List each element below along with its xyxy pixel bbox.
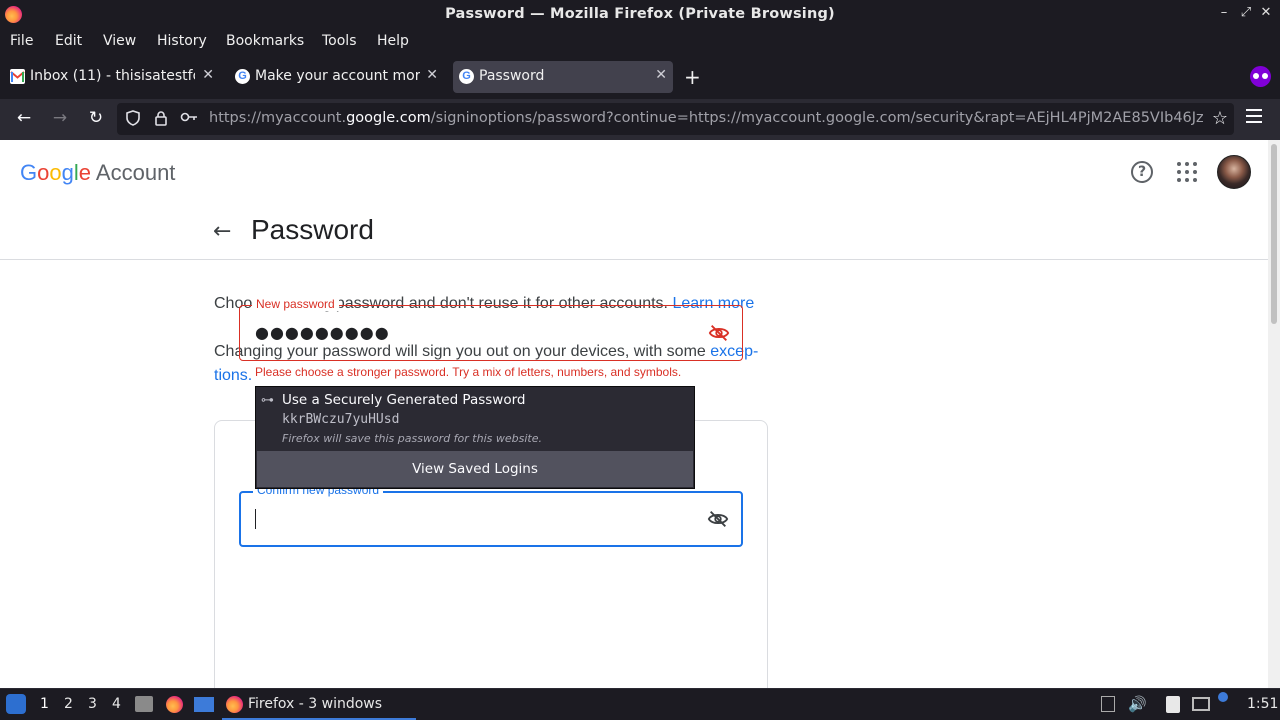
gmail-icon xyxy=(10,69,25,84)
clock: 1:51 xyxy=(1247,696,1279,712)
back-arrow-icon[interactable]: ← xyxy=(213,219,231,244)
window-titlebar: Password — Mozilla Firefox (Private Brow… xyxy=(0,0,1280,29)
close-window-icon[interactable]: ✕ xyxy=(1258,5,1274,20)
help-icon[interactable]: ? xyxy=(1131,161,1153,183)
key-icon: ⊶ xyxy=(261,393,274,408)
scrollbar-thumb[interactable] xyxy=(1271,144,1277,324)
close-tab-icon[interactable]: ✕ xyxy=(655,67,667,83)
notification-icon[interactable] xyxy=(1218,692,1228,702)
tab-label: Inbox (11) - thisisatestfor xyxy=(30,68,195,84)
taskbar-app-label: Firefox - 3 windows xyxy=(248,696,383,712)
menu-view[interactable]: View xyxy=(103,33,136,49)
tab-account[interactable]: G Make your account more ✕ xyxy=(229,61,444,93)
new-password-label: New password xyxy=(252,297,339,311)
new-password-field[interactable]: New password ●●●●●●●●● xyxy=(239,297,743,361)
tracking-shield-icon[interactable] xyxy=(126,110,140,130)
generated-password: kkrBWczu7yuHUsd xyxy=(282,412,400,427)
key-icon[interactable] xyxy=(180,110,198,128)
generated-password-popup: ⊶ Use a Securely Generated Password kkrB… xyxy=(255,386,695,489)
navigation-bar: ← → ↻ https://myaccount.google.com/signi… xyxy=(0,99,1280,140)
tab-password[interactable]: G Password ✕ xyxy=(453,61,673,93)
hide-password-eye-icon[interactable] xyxy=(707,508,729,530)
reload-icon[interactable]: ↻ xyxy=(85,108,107,128)
updates-tray-icon[interactable] xyxy=(1101,696,1115,712)
back-icon[interactable]: ← xyxy=(13,108,35,128)
menu-tools[interactable]: Tools xyxy=(322,33,357,49)
account-label: Account xyxy=(95,160,176,185)
desktop-icon[interactable] xyxy=(194,697,214,712)
google-icon: G xyxy=(459,69,474,84)
popup-title: Use a Securely Generated Password xyxy=(282,392,526,408)
header-divider xyxy=(0,259,1268,260)
text-caret xyxy=(255,509,256,529)
url-text[interactable]: https://myaccount.google.com/signinoptio… xyxy=(209,110,1204,126)
menu-file[interactable]: File xyxy=(10,33,33,49)
period: . xyxy=(247,367,253,384)
file-manager-icon[interactable] xyxy=(135,696,153,712)
start-menu-icon[interactable] xyxy=(6,694,26,714)
menu-history[interactable]: History xyxy=(157,33,207,49)
close-tab-icon[interactable]: ✕ xyxy=(202,67,214,83)
restore-icon[interactable]: ⤢ xyxy=(1238,5,1254,20)
google-icon: G xyxy=(235,69,250,84)
apps-grid-icon[interactable] xyxy=(1177,162,1197,182)
confirm-password-field[interactable]: Confirm new password xyxy=(239,483,743,547)
workspace-1[interactable]: 1 xyxy=(40,696,49,712)
firefox-launcher-icon[interactable] xyxy=(166,696,183,713)
close-tab-icon[interactable]: ✕ xyxy=(426,67,438,83)
page-title: Password xyxy=(251,214,374,245)
menu-help[interactable]: Help xyxy=(377,33,409,49)
tab-label: Password xyxy=(479,68,545,84)
popup-note: Firefox will save this password for this… xyxy=(282,432,542,445)
workspace-3[interactable]: 3 xyxy=(88,696,97,712)
workspace-2[interactable]: 2 xyxy=(64,696,73,712)
google-account-logo[interactable]: Google Account xyxy=(20,160,175,186)
tab-strip: Inbox (11) - thisisatestfor ✕ G Make you… xyxy=(0,55,1280,99)
menu-bar: File Edit View History Bookmarks Tools H… xyxy=(0,29,1280,55)
menu-hamburger-icon[interactable] xyxy=(1246,109,1262,127)
page-scrollbar[interactable] xyxy=(1268,140,1280,688)
view-saved-logins-button[interactable]: View Saved Logins xyxy=(257,451,693,487)
url-bar[interactable]: https://myaccount.google.com/signinoptio… xyxy=(117,103,1234,135)
clipboard-icon[interactable] xyxy=(1166,696,1180,713)
taskbar: 1 2 3 4 Firefox - 3 windows 🔊 1:51 xyxy=(0,688,1280,720)
hide-password-eye-icon[interactable] xyxy=(708,322,730,344)
taskbar-firefox-window[interactable]: Firefox - 3 windows xyxy=(222,689,416,720)
menu-edit[interactable]: Edit xyxy=(55,33,82,49)
google-wordmark: Google xyxy=(20,160,92,185)
minimize-icon[interactable]: – xyxy=(1216,5,1232,20)
private-browsing-icon xyxy=(1250,66,1271,87)
workspace-4[interactable]: 4 xyxy=(112,696,121,712)
new-password-value[interactable]: ●●●●●●●●● xyxy=(255,323,390,342)
menu-bookmarks[interactable]: Bookmarks xyxy=(226,33,304,49)
forward-icon[interactable]: → xyxy=(49,108,71,128)
tab-inbox[interactable]: Inbox (11) - thisisatestfor ✕ xyxy=(4,61,220,93)
network-icon[interactable] xyxy=(1192,697,1210,711)
firefox-icon xyxy=(226,696,243,713)
tab-label: Make your account more xyxy=(255,68,420,84)
volume-icon[interactable]: 🔊 xyxy=(1128,695,1147,713)
new-tab-icon[interactable]: + xyxy=(684,65,701,89)
lock-icon[interactable] xyxy=(154,110,168,130)
bookmark-star-icon[interactable]: ☆ xyxy=(1212,108,1228,129)
exceptions-link-part2[interactable]: tions xyxy=(214,367,248,384)
window-title: Password — Mozilla Firefox (Private Brow… xyxy=(445,6,835,22)
password-error-message: Please choose a stronger password. Try a… xyxy=(255,365,682,379)
avatar[interactable] xyxy=(1217,155,1251,189)
